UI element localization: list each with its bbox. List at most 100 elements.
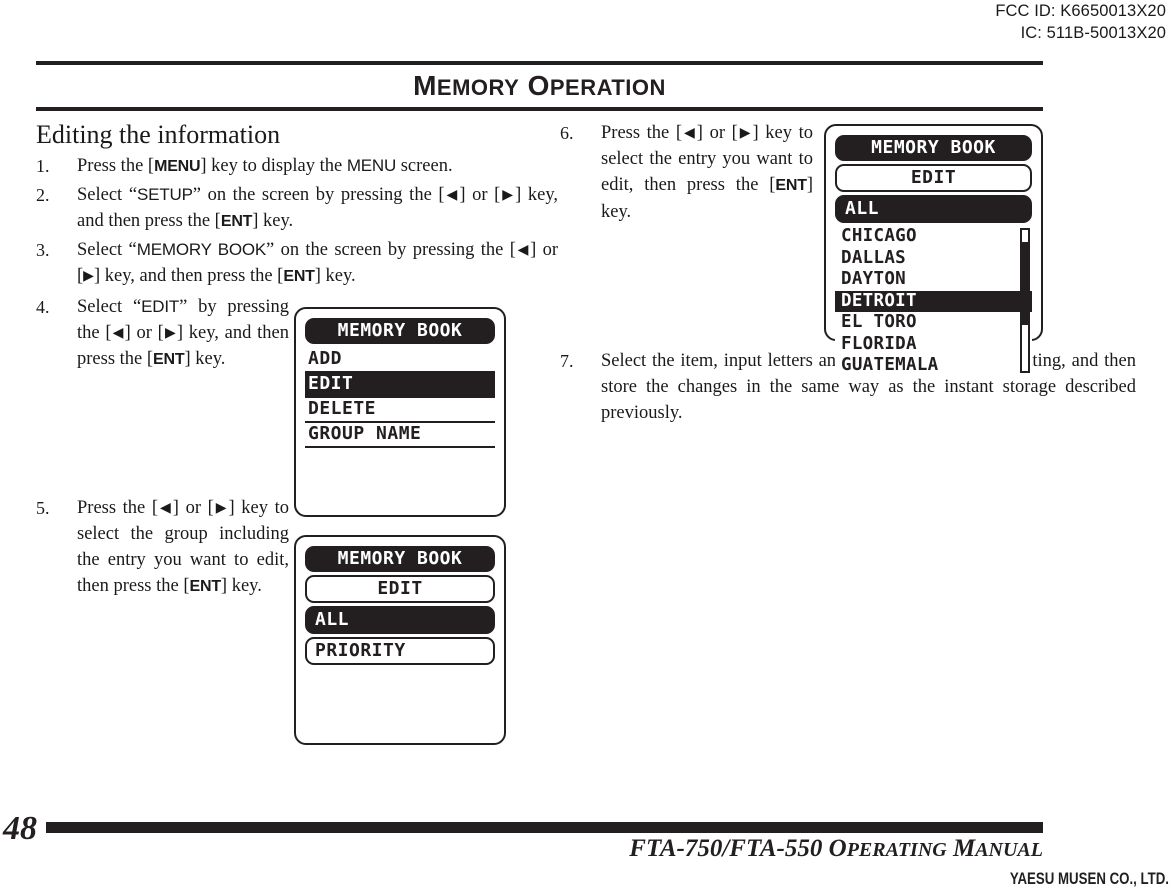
step-5-part1: Press the [ bbox=[77, 498, 159, 518]
lcd-3-entry-dallas[interactable]: DALLAS bbox=[835, 247, 1032, 269]
step-5-part2: ] or [ bbox=[172, 498, 214, 518]
ui-edit: EDIT bbox=[141, 297, 180, 316]
page-title-cap-o: O bbox=[527, 70, 550, 101]
right-arrow-icon: ▶ bbox=[163, 325, 177, 341]
left-arrow-icon: ◀ bbox=[515, 242, 531, 258]
lcd-3-entry-detroit[interactable]: DETROIT bbox=[835, 290, 1032, 312]
footer-space-m: M bbox=[946, 835, 976, 862]
left-arrow-icon: ◀ bbox=[682, 125, 697, 141]
step-6-part1: Press the [ bbox=[601, 123, 683, 143]
lcd-1-row-add[interactable]: ADD bbox=[305, 348, 495, 373]
lcd-screen-memory-book-menu: MEMORY BOOK ADD EDIT DELETE GROUP NAME bbox=[294, 307, 506, 517]
step-2-number: 2. bbox=[36, 185, 50, 205]
footer-brand: YAESU MUSEN CO., LTD. bbox=[1009, 869, 1169, 888]
step-2-text: Select “SETUP” on the screen by pressing… bbox=[77, 182, 558, 235]
footer-manual-title: FTA-750/FTA-550 OPERATING MANUAL bbox=[0, 834, 1043, 865]
step-5-number: 5. bbox=[36, 498, 50, 518]
key-ent: ENT bbox=[283, 268, 315, 285]
step-4-text: Select “EDIT” by pressing the [◀] or [▶]… bbox=[77, 294, 289, 373]
lcd-3-pill-all[interactable]: ALL bbox=[835, 195, 1032, 223]
ui-menu-screen: MENU bbox=[346, 156, 397, 175]
footer-operating: PERATING bbox=[846, 839, 947, 861]
ic-id: IC: 511B-50013X20 bbox=[1020, 24, 1166, 42]
step-5-part4: ] key. bbox=[220, 576, 262, 596]
step-6-text: Press the [◀] or [▶] key to select the e… bbox=[601, 120, 813, 225]
key-ent: ENT bbox=[775, 177, 807, 194]
lcd-3-entry-el-toro[interactable]: EL TORO bbox=[835, 312, 1032, 334]
right-arrow-icon: ▶ bbox=[737, 125, 753, 141]
lcd-screen-edit-group-select: MEMORY BOOK EDIT ALL PRIORITY bbox=[294, 535, 506, 745]
step-4-part5: ] key. bbox=[184, 349, 226, 369]
page-title-smallcaps-peration: PERATION bbox=[549, 75, 666, 100]
footer-rule bbox=[46, 822, 1043, 833]
lcd-1-row-edit[interactable]: EDIT bbox=[305, 373, 495, 398]
right-arrow-icon: ▶ bbox=[83, 268, 94, 284]
lcd-2-subtitle-edit: EDIT bbox=[305, 575, 495, 603]
lcd-2-inner: MEMORY BOOK EDIT ALL PRIORITY bbox=[305, 546, 495, 734]
step-1-text: Press the [MENU] key to display the MENU… bbox=[77, 153, 558, 180]
step-1: 1. Press the [MENU] key to display the M… bbox=[36, 153, 558, 180]
step-2-part5: ] key. bbox=[252, 211, 294, 231]
step-3-number: 3. bbox=[36, 240, 50, 260]
lcd-3-inner: MEMORY BOOK EDIT ALL CHICAGO DALLAS DAYT… bbox=[835, 135, 1032, 377]
lcd-1-titlebar: MEMORY BOOK bbox=[305, 318, 495, 344]
fcc-id: FCC ID: K6650013X20 bbox=[995, 2, 1166, 20]
lcd-3-entry-chicago[interactable]: CHICAGO bbox=[835, 226, 1032, 248]
page-title: MEMORY OPERATION bbox=[36, 66, 1043, 108]
lcd-3-scrollbar[interactable] bbox=[1020, 228, 1030, 373]
lcd-3-entry-guatemala[interactable]: GUATEMALA bbox=[835, 355, 1032, 377]
right-arrow-icon: ▶ bbox=[213, 500, 229, 516]
header-rule-bottom bbox=[36, 107, 1043, 111]
lcd-screen-entry-list: MEMORY BOOK EDIT ALL CHICAGO DALLAS DAYT… bbox=[824, 124, 1043, 377]
footer-model: FTA-750/FTA-550 O bbox=[629, 835, 847, 862]
step-4-number: 4. bbox=[36, 297, 50, 317]
right-arrow-icon: ▶ bbox=[500, 187, 516, 203]
left-arrow-icon: ◀ bbox=[111, 325, 125, 341]
page-title-cap-m: M bbox=[413, 70, 437, 101]
key-menu: MENU bbox=[154, 158, 201, 175]
lcd-2-pill-priority[interactable]: PRIORITY bbox=[305, 637, 495, 665]
lcd-3-entry-dayton[interactable]: DAYTON bbox=[835, 269, 1032, 291]
step-4-part3: ] or [ bbox=[124, 323, 164, 343]
lcd-2-titlebar: MEMORY BOOK bbox=[305, 546, 495, 572]
certification-ids: FCC ID: K6650013X20 IC: 511B-50013X20 bbox=[995, 0, 1166, 44]
footer-anual: ANUAL bbox=[975, 839, 1043, 861]
lcd-3-scrollbar-thumb[interactable] bbox=[1022, 242, 1028, 325]
left-arrow-icon: ◀ bbox=[444, 187, 460, 203]
step-2-part1: Select “ bbox=[77, 185, 138, 205]
lcd-3-entry-florida[interactable]: FLORIDA bbox=[835, 333, 1032, 355]
lcd-1-inner: MEMORY BOOK ADD EDIT DELETE GROUP NAME bbox=[305, 318, 495, 506]
step-3-part1: Select “ bbox=[77, 240, 137, 260]
step-6-part2: ] or [ bbox=[696, 123, 738, 143]
step-3: 3. Select “MEMORY BOOK” on the screen by… bbox=[36, 237, 558, 290]
section-heading: Editing the information bbox=[36, 120, 281, 149]
step-6-number: 6. bbox=[560, 123, 574, 143]
lcd-1-row-delete[interactable]: DELETE bbox=[305, 398, 495, 423]
left-arrow-icon: ◀ bbox=[158, 500, 173, 516]
ui-memory-book: MEMORY BOOK bbox=[136, 240, 267, 259]
step-3-part4: ] key, and then press the [ bbox=[93, 266, 284, 286]
lcd-3-titlebar: MEMORY BOOK bbox=[835, 135, 1032, 161]
page-title-smallcaps-emory: EMORY bbox=[436, 75, 520, 100]
step-7-number: 7. bbox=[560, 351, 574, 371]
lcd-1-menu: ADD EDIT DELETE GROUP NAME bbox=[305, 348, 495, 448]
step-1-number: 1. bbox=[36, 156, 50, 176]
step-5-text: Press the [◀] or [▶] key to select the g… bbox=[77, 495, 289, 600]
step-1-part3: screen. bbox=[396, 156, 453, 176]
lcd-3-entry-list: CHICAGO DALLAS DAYTON DETROIT EL TORO FL… bbox=[835, 226, 1032, 377]
lcd-1-row-group-name[interactable]: GROUP NAME bbox=[305, 423, 495, 448]
header-rule-top bbox=[36, 61, 1043, 65]
step-2-part3: ] or [ bbox=[459, 185, 501, 205]
step-3-text: Select “MEMORY BOOK” on the screen by pr… bbox=[77, 237, 558, 290]
step-1-part1: Press the [ bbox=[77, 156, 155, 176]
step-4-part1: Select “ bbox=[77, 297, 142, 317]
key-ent: ENT bbox=[189, 578, 222, 595]
lcd-3-subtitle-edit: EDIT bbox=[835, 164, 1032, 192]
key-ent: ENT bbox=[153, 351, 185, 368]
step-2-part2: ” on the screen by pressing the [ bbox=[192, 185, 445, 205]
step-3-part5: ] key. bbox=[314, 266, 356, 286]
lcd-2-pill-all[interactable]: ALL bbox=[305, 606, 495, 634]
manual-page: FCC ID: K6650013X20 IC: 511B-50013X20 ME… bbox=[0, 0, 1172, 895]
step-3-part2: ” on the screen by pressing the [ bbox=[266, 240, 516, 260]
ui-setup: SETUP bbox=[137, 185, 193, 204]
